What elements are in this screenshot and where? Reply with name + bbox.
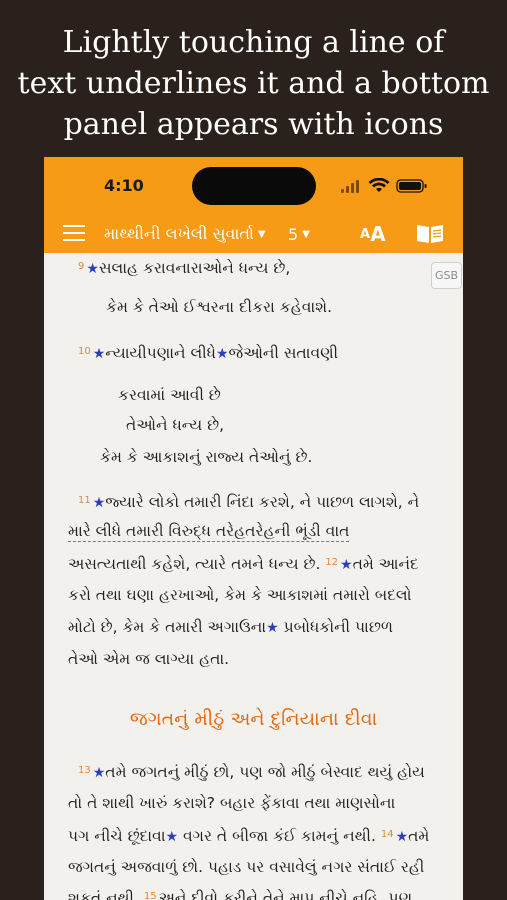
- verse-number: 10: [78, 346, 91, 357]
- dynamic-island: [192, 167, 316, 205]
- chevron-down-icon: ▼: [257, 228, 266, 240]
- note-star-icon[interactable]: ★: [396, 829, 409, 845]
- verse-number: 9: [78, 261, 85, 272]
- status-time: 4:10: [104, 176, 144, 195]
- chapter-number: 5: [288, 224, 299, 244]
- verse-number: 14: [380, 829, 394, 840]
- chapter-selector[interactable]: 5 ▼: [288, 215, 310, 253]
- verse-number: 13: [78, 765, 91, 776]
- caption-line-2: text underlines it and a bottom: [17, 66, 490, 101]
- verse-12-line-4[interactable]: તેઓ એમ જ લાગ્યા હતા.: [68, 649, 229, 669]
- verse-12-line-3[interactable]: મોટો છે, કેમ કે તમારી અગાઉના★ પ્રબોધકોની…: [68, 617, 393, 638]
- section-heading: જગતનું મીઠું અને દુનિયાના દીવા: [129, 708, 378, 730]
- app-header: 4:10 માથ્થીની લખેલી સુવાર્તા ▼ 5 ▼ A A: [44, 157, 463, 253]
- menu-icon[interactable]: [63, 224, 85, 242]
- book-title: માથ્થીની લખેલી સુવાર્તા: [104, 224, 254, 243]
- verse-10-line-4[interactable]: કેમ કે આકાશનું રાજ્ય તેઓનું છે.: [100, 447, 312, 467]
- caption-line-3: panel appears with icons: [63, 107, 444, 142]
- toolbar: માથ્થીની લખેલી સુવાર્તા ▼ 5 ▼ AA: [44, 215, 463, 253]
- verse-number: 15: [143, 891, 157, 900]
- note-star-icon[interactable]: ★: [166, 829, 179, 845]
- note-star-icon[interactable]: ★: [86, 261, 99, 277]
- book-selector[interactable]: માથ્થીની લખેલી સુવાર્તા ▼: [104, 215, 266, 253]
- caption-line-1: Lightly touching a line of: [62, 25, 445, 60]
- verse-11-line-1[interactable]: 11 ★જ્યારે લોકો તમારી નિંદા કરશે, ને પાછળ…: [78, 491, 419, 513]
- note-star-icon[interactable]: ★: [266, 620, 279, 636]
- status-icons: [341, 178, 427, 193]
- verse-14-line-4[interactable]: જગતનું અજવાળું છો. પહાડ પર વસાવેલું નગર …: [68, 857, 424, 877]
- verse-11-line-2[interactable]: મારે લીધે તમારી વિરુદ્ધ તરેહતરેહની ભૂંડી…: [68, 521, 350, 542]
- verse-10-line-3[interactable]: તેઓને ધન્ય છે,: [126, 415, 224, 435]
- verse-13-line-1[interactable]: 13 ★તમે જગતનું મીઠું છો, પણ જો મીઠું બેસ્…: [78, 761, 425, 783]
- bible-text[interactable]: GSB 9 ★સલાહ કરાવનારાઓને ધન્ય છે, કેમ કે ત…: [44, 253, 463, 900]
- verse-13-line-3[interactable]: પગ નીચે છૂંદાવા★ વગર તે બીજા કંઈ કામનું …: [68, 825, 429, 847]
- verse-number: 11: [78, 495, 91, 506]
- note-star-icon[interactable]: ★: [216, 346, 229, 362]
- verse-10-line-2[interactable]: કરવામાં આવી છે: [118, 385, 221, 405]
- signal-icon: [341, 180, 359, 193]
- verse-9-line-2[interactable]: કેમ કે તેઓ ઈશ્વરના દીકરા કહેવાશે.: [106, 297, 332, 317]
- verse-10-line-1[interactable]: 10 ★ન્યાયીપણાને લીધે★જેઓની સતાવણી: [78, 342, 338, 364]
- text-size-small-a: A: [360, 226, 371, 242]
- verse-14-line-5[interactable]: શકતું નથી. 15 અને દીવો કરીને તેને માપ નીચ…: [68, 887, 412, 900]
- text-size-large-a: A: [370, 222, 386, 246]
- gsb-button[interactable]: GSB: [431, 262, 462, 289]
- note-star-icon[interactable]: ★: [93, 765, 106, 781]
- underlined-selection[interactable]: મારે લીધે તમારી વિરુદ્ધ તરેહતરેહની ભૂંડી…: [68, 522, 350, 542]
- note-star-icon[interactable]: ★: [340, 557, 353, 573]
- note-star-icon[interactable]: ★: [93, 495, 106, 511]
- verse-13-line-2[interactable]: તો તે શાથી ખારું કરાશે? બહાર ફેંકાવા તથા…: [68, 793, 395, 813]
- verse-11-line-3[interactable]: અસત્યતાથી કહેશે, ત્યારે તમને ધન્ય છે. 12…: [68, 553, 419, 575]
- wifi-icon: [368, 178, 390, 192]
- caption: Lightly touching a line of text underlin…: [0, 22, 507, 145]
- phone-screen: 4:10 માથ્થીની લખેલી સુવાર્તા ▼ 5 ▼ A A G…: [44, 157, 463, 900]
- text-size-icon[interactable]: AA: [360, 215, 386, 253]
- verse-12-line-2[interactable]: કરો તથા ઘણા હરખાઓ, કેમ કે આકાશમાં તમારો …: [68, 585, 411, 605]
- battery-icon: [396, 179, 427, 193]
- verse-number: 12: [325, 557, 339, 568]
- verse-9-line-1[interactable]: 9 ★સલાહ કરાવનારાઓને ધન્ય છે,: [78, 257, 290, 279]
- note-star-icon[interactable]: ★: [93, 346, 106, 362]
- chevron-down-icon: ▼: [302, 228, 310, 240]
- book-icon[interactable]: [416, 222, 444, 244]
